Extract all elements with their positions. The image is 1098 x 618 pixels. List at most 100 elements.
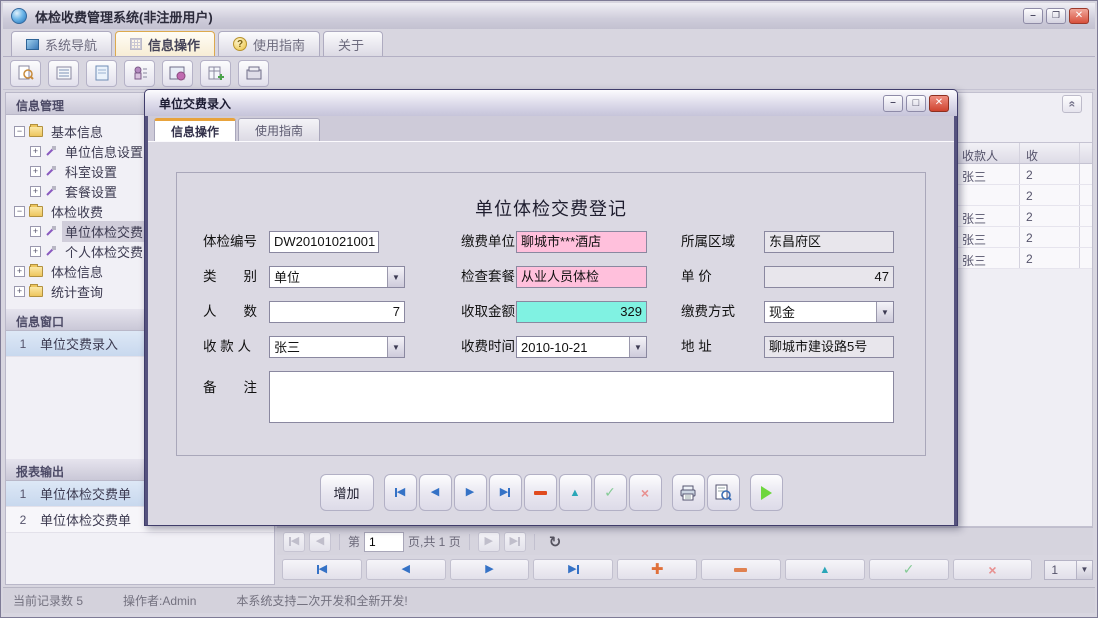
expand-icon[interactable]: + [14, 266, 25, 277]
page-number-input[interactable] [364, 532, 404, 552]
expand-icon[interactable]: + [14, 286, 25, 297]
tab-system-nav[interactable]: 系统导航 [11, 31, 112, 56]
search-document-icon [17, 65, 35, 81]
remark-field[interactable] [269, 371, 894, 423]
dialog-close-button[interactable] [929, 95, 949, 112]
tab-info-operation[interactable]: 信息操作 [115, 31, 215, 56]
main-titlebar: 体检收费管理系统(非注册用户) [3, 3, 1095, 29]
dialog-tab-info-operation[interactable]: 信息操作 [154, 118, 236, 141]
record-navigator-bar: ◀ ◀ ▶ ▶ ✚ ▲ ✓ × 1 ▼ [277, 556, 1093, 583]
record-post-button[interactable]: ✓ [869, 559, 949, 580]
package-label: 检查套餐 [461, 266, 515, 288]
card-file-button[interactable] [238, 60, 269, 87]
add-button[interactable]: 增加 [320, 474, 374, 511]
record-insert-button[interactable]: ✚ [617, 559, 697, 580]
close-button[interactable] [1069, 8, 1089, 24]
folder-icon [29, 206, 43, 217]
payment-form-panel: 单位体检交费登记 体检编号 DW20101021001 缴费单位 聊城市***酒… [176, 172, 926, 456]
print-preview-button[interactable] [707, 474, 740, 511]
minimize-button[interactable] [1023, 8, 1043, 24]
restore-button[interactable] [1046, 8, 1066, 24]
refresh-icon[interactable]: ↻ [549, 533, 562, 551]
window-preview-button[interactable] [162, 60, 193, 87]
package-field[interactable]: 从业人员体检 [516, 266, 647, 288]
chevron-down-icon: ▼ [387, 337, 404, 357]
search-document-button[interactable] [10, 60, 41, 87]
pay-unit-field[interactable]: 聊城市***酒店 [516, 231, 647, 253]
tool-icon [45, 165, 57, 177]
nav-next-button[interactable]: ▶ [454, 474, 487, 511]
app-window: 体检收费管理系统(非注册用户) 系统导航 信息操作 ? 使用指南 关于 [0, 0, 1098, 618]
dialog-titlebar[interactable]: 单位交费录入 [145, 90, 957, 116]
record-first-button[interactable]: ◀ [282, 559, 362, 580]
address-label: 地 址 [681, 336, 712, 358]
status-bar: 当前记录数 5 操作者:Admin 本系统支持二次开发和全新开发! [3, 587, 1095, 613]
expand-icon[interactable]: + [30, 146, 41, 157]
page-suffix-label: 页,共 1 页 [408, 533, 461, 550]
expand-icon[interactable]: + [30, 246, 41, 257]
cancel-record-button[interactable]: × [629, 474, 662, 511]
nav-last-button[interactable]: ▶ [489, 474, 522, 511]
new-document-button[interactable] [86, 60, 117, 87]
expand-icon[interactable]: + [30, 186, 41, 197]
record-prev-button[interactable]: ◀ [366, 559, 446, 580]
table-add-icon [208, 65, 224, 81]
main-tabstrip: 系统导航 信息操作 ? 使用指南 关于 [3, 29, 1095, 57]
record-next-button[interactable]: ▶ [450, 559, 530, 580]
page-next-button[interactable]: ▶ [478, 532, 500, 552]
plus-icon: ✚ [651, 562, 664, 577]
people-field[interactable]: 7 [269, 301, 405, 323]
pay-method-select[interactable]: 现金 ▼ [764, 301, 894, 323]
page-size-select[interactable]: 1 ▼ [1044, 560, 1093, 580]
record-cancel-button[interactable]: × [953, 559, 1033, 580]
edit-record-button[interactable]: ▲ [559, 474, 592, 511]
col-payee[interactable]: 收款人 [956, 143, 1020, 163]
expand-icon[interactable]: + [30, 166, 41, 177]
unit-price-field: 47 [764, 266, 894, 288]
expand-icon[interactable]: + [30, 226, 41, 237]
amount-field[interactable]: 329 [516, 301, 647, 323]
triangle-up-icon: ▲ [570, 487, 581, 499]
triangle-up-icon: ▲ [819, 564, 830, 576]
operator-label: 操作者:Admin [123, 592, 196, 609]
tab-user-guide[interactable]: ? 使用指南 [218, 31, 320, 56]
form-list-button[interactable] [48, 60, 79, 87]
page-last-button[interactable]: ▶ [504, 532, 526, 552]
collapse-icon[interactable]: − [14, 206, 25, 217]
record-count-label: 当前记录数 5 [13, 592, 83, 609]
collapse-icon[interactable]: − [14, 126, 25, 137]
delete-record-button[interactable] [524, 474, 557, 511]
grid-icon [130, 38, 142, 50]
dialog-button-bar: 增加 ◀ ◀ ▶ ▶ ▲ ✓ × [148, 474, 954, 511]
execute-button[interactable] [750, 474, 783, 511]
user-card-button[interactable] [124, 60, 155, 87]
dialog-maximize-button[interactable] [906, 95, 926, 112]
payee-label: 收 款 人 [203, 336, 251, 358]
x-icon: × [988, 562, 996, 578]
status-message: 本系统支持二次开发和全新开发! [236, 592, 407, 609]
dialog-minimize-button[interactable] [883, 95, 903, 112]
dialog-tab-user-guide[interactable]: 使用指南 [238, 118, 320, 141]
separator [469, 534, 470, 550]
tab-about[interactable]: 关于 [323, 31, 383, 56]
category-select[interactable]: 单位 ▼ [269, 266, 405, 288]
post-record-button[interactable]: ✓ [594, 474, 627, 511]
dialog-body: 单位体检交费登记 体检编号 DW20101021001 缴费单位 聊城市***酒… [148, 142, 954, 525]
nav-prev-button[interactable]: ◀ [419, 474, 452, 511]
pay-time-picker[interactable]: 2010-10-21 ▼ [516, 336, 647, 358]
nav-first-button[interactable]: ◀ [384, 474, 417, 511]
separator [339, 534, 340, 550]
page-prev-button[interactable]: ◀ [309, 532, 331, 552]
table-add-button[interactable] [200, 60, 231, 87]
record-delete-button[interactable] [701, 559, 781, 580]
payee-select[interactable]: 张三 ▼ [269, 336, 405, 358]
pay-unit-label: 缴费单位 [461, 231, 515, 253]
exam-no-field[interactable]: DW20101021001 [269, 231, 379, 253]
print-button[interactable] [672, 474, 705, 511]
panel-collapse-button[interactable]: « [1062, 95, 1082, 113]
record-last-button[interactable]: ▶ [533, 559, 613, 580]
printer-icon [679, 485, 697, 501]
record-edit-button[interactable]: ▲ [785, 559, 865, 580]
page-first-button[interactable]: ◀ [283, 532, 305, 552]
col-pay-time[interactable]: 收 [1020, 143, 1080, 163]
